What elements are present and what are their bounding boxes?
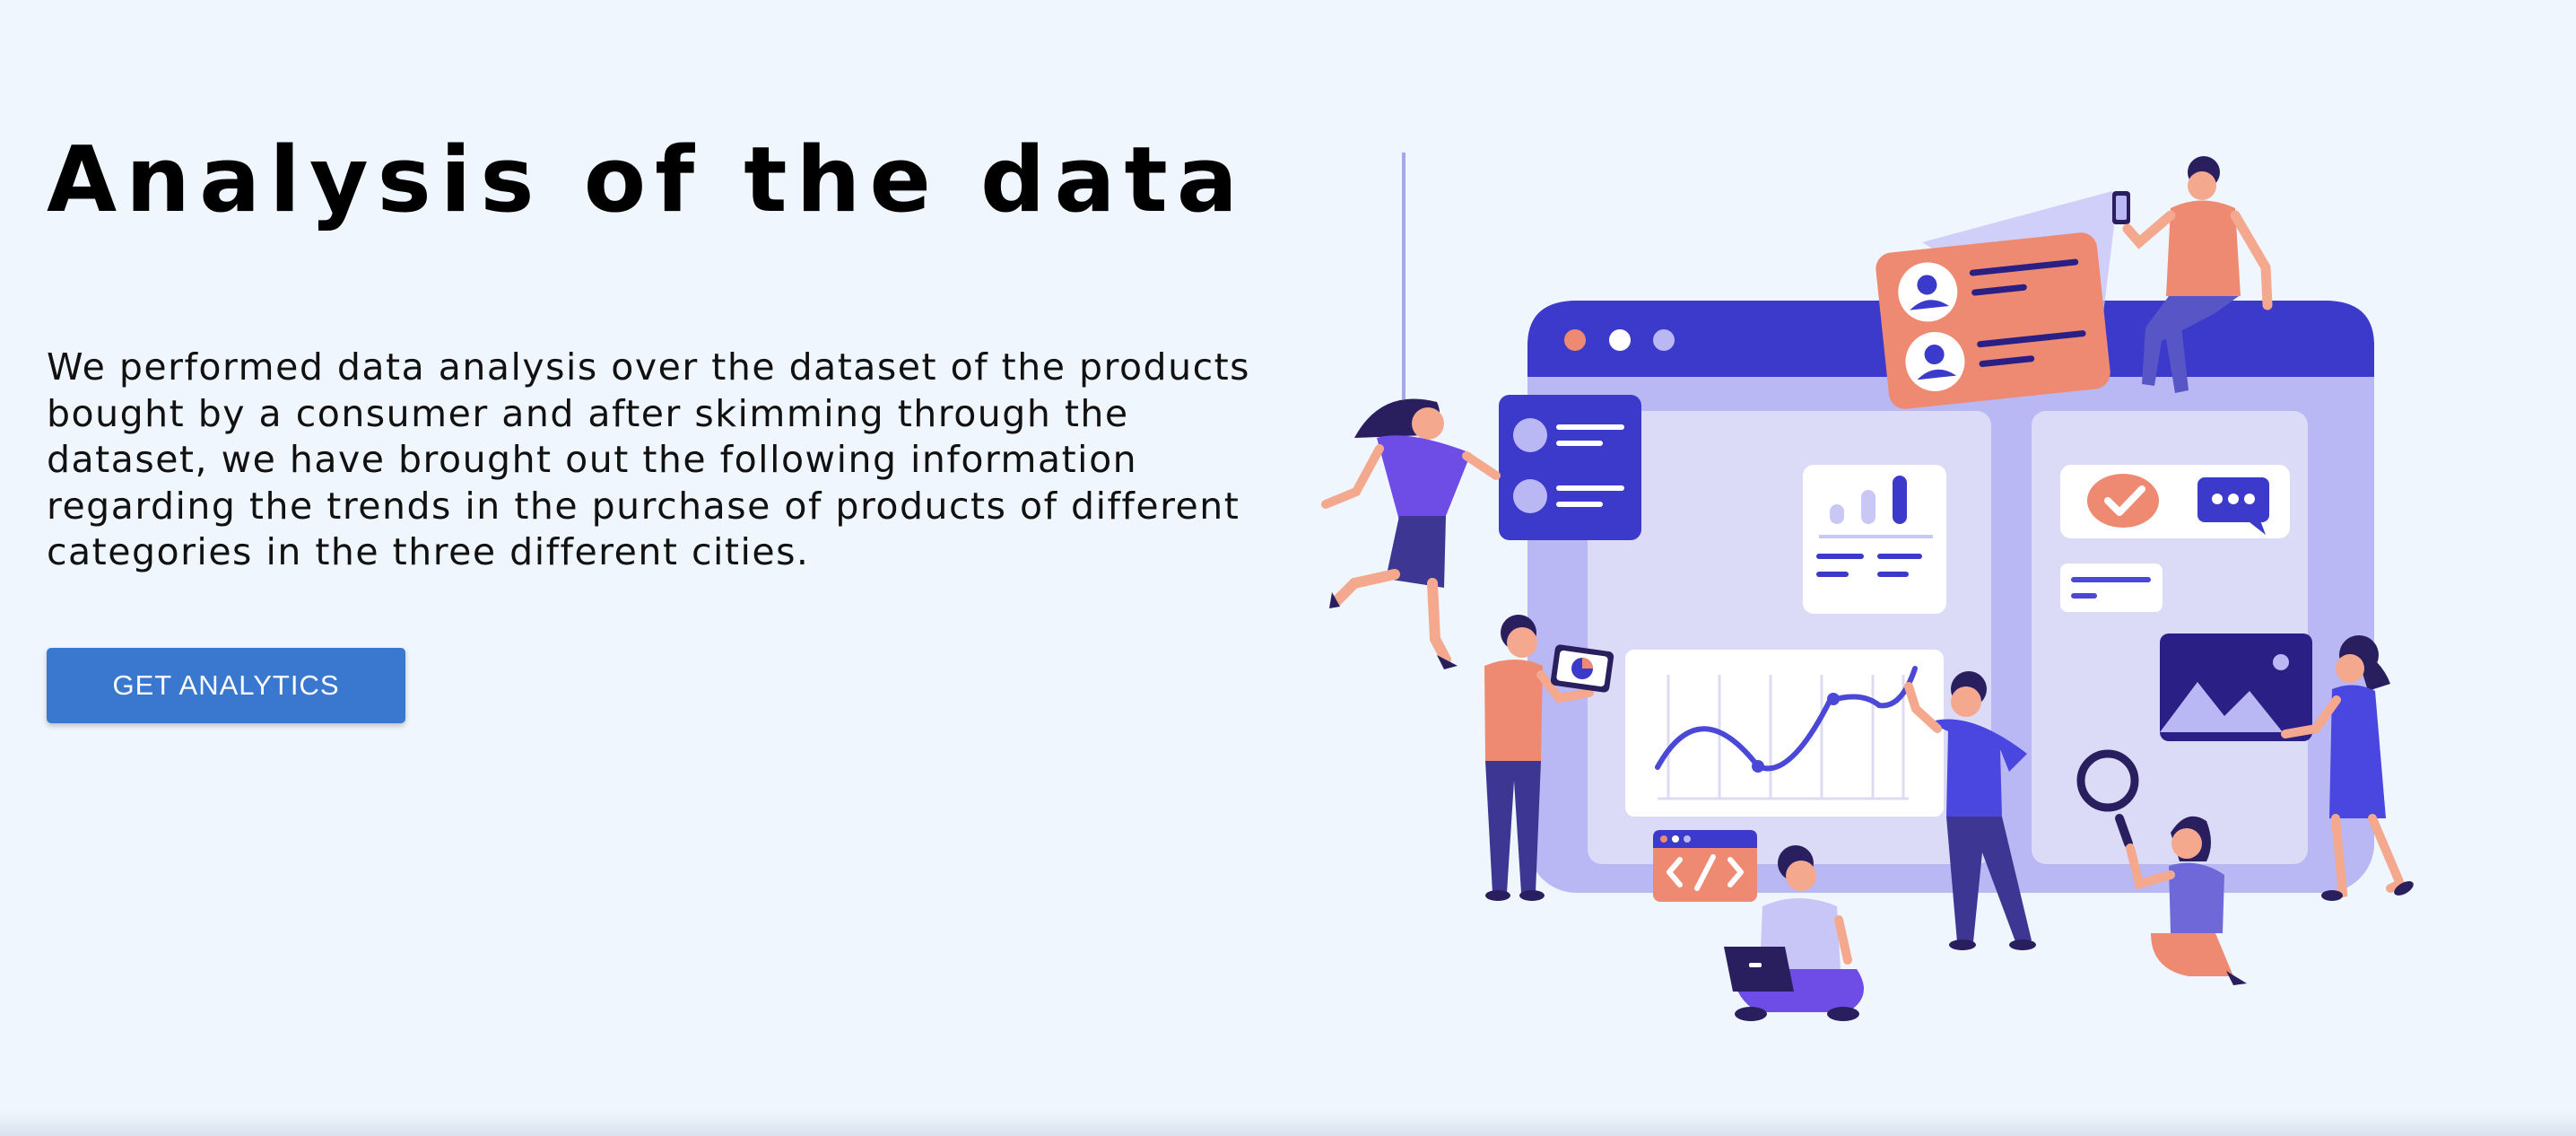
- bottom-shadow: [0, 1111, 2576, 1136]
- line-chart-icon: [1625, 650, 1944, 817]
- data-analysis-illustration: [1321, 153, 2414, 1021]
- image-icon: [2160, 634, 2312, 741]
- bar-chart-icon: [1803, 465, 1946, 614]
- profile-card-icon: [1875, 232, 2110, 409]
- page-title: Analysis of the data: [47, 127, 1247, 232]
- intro-paragraph: We performed data analysis over the data…: [47, 345, 1251, 573]
- floating-woman: [1321, 398, 1501, 669]
- text-lines-card: [2060, 564, 2163, 612]
- contacts-card: [1499, 395, 1641, 540]
- pie-chart-icon: [1571, 658, 1593, 679]
- get-analytics-button[interactable]: GET ANALYTICS: [47, 648, 405, 723]
- code-icon: [1653, 830, 1757, 902]
